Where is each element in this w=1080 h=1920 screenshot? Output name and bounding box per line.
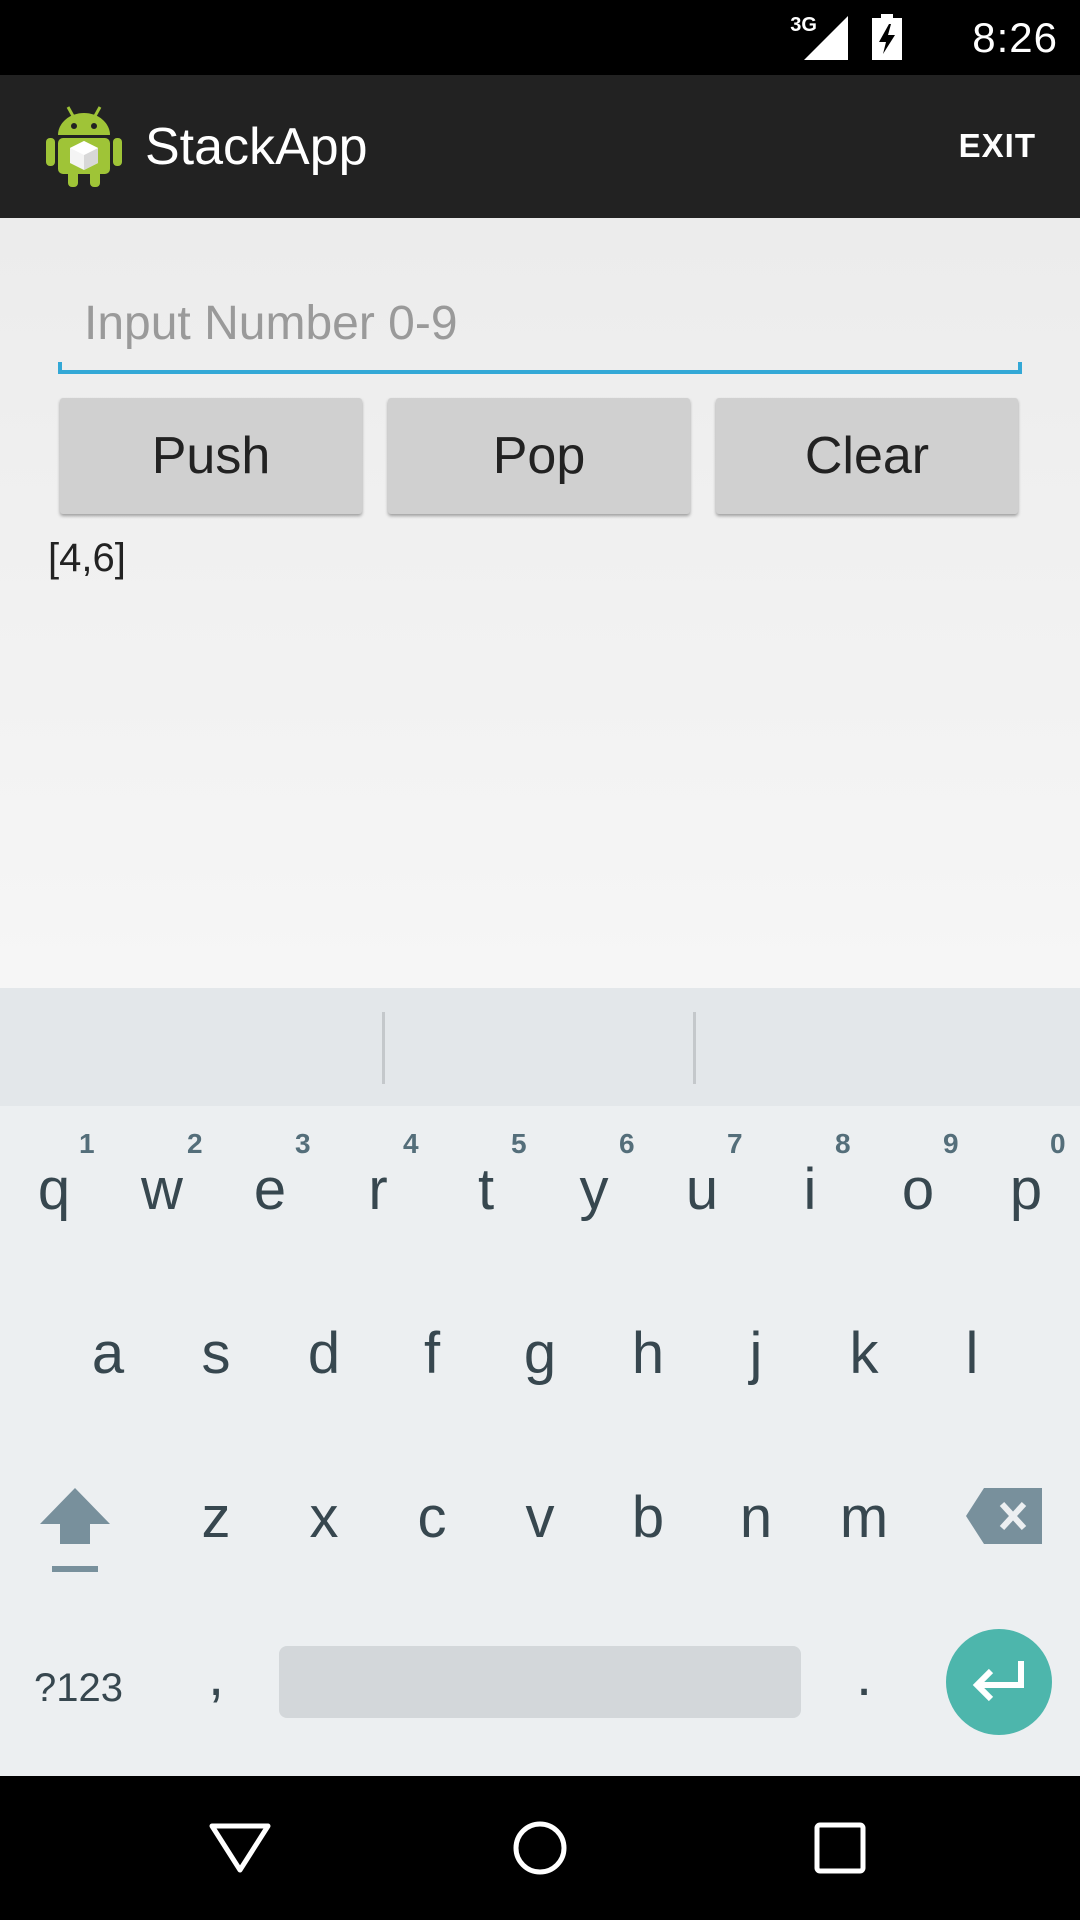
key-l[interactable]: l	[922, 1320, 1022, 1387]
backspace-icon[interactable]	[966, 1488, 1042, 1544]
key-b[interactable]: b	[598, 1484, 698, 1551]
suggestion-divider	[382, 1012, 385, 1084]
key-e[interactable]: e	[220, 1156, 320, 1223]
suggestion-divider	[693, 1012, 696, 1084]
soft-keyboard: q w e r t y u i o p 1 2 3 4 5 6 7 8 9 0 …	[0, 988, 1080, 1776]
clock: 8:26	[972, 13, 1058, 61]
home-icon[interactable]	[512, 1820, 568, 1876]
key-s[interactable]: s	[166, 1320, 266, 1387]
key-f[interactable]: f	[382, 1320, 482, 1387]
key-i[interactable]: i	[760, 1156, 860, 1223]
main-content: Push Pop Clear [4,6]	[0, 218, 1080, 988]
signal-icon	[804, 16, 849, 60]
key-j[interactable]: j	[706, 1320, 806, 1387]
key-hint: 8	[835, 1128, 851, 1159]
input-underline	[58, 362, 1022, 374]
action-bar: StackApp EXIT	[0, 75, 1080, 218]
key-h[interactable]: h	[598, 1320, 698, 1387]
number-input[interactable]	[58, 278, 1022, 368]
space-bar[interactable]	[279, 1646, 801, 1718]
key-y[interactable]: y	[544, 1156, 644, 1223]
enter-key[interactable]	[946, 1629, 1052, 1735]
key-hint: 6	[619, 1128, 635, 1159]
key-hint: 1	[79, 1128, 95, 1159]
push-button[interactable]: Push	[60, 398, 362, 514]
comma-key[interactable]: ,	[166, 1642, 266, 1709]
key-hint: 5	[511, 1128, 527, 1159]
key-hint: 4	[403, 1128, 419, 1159]
key-w[interactable]: w	[112, 1156, 212, 1223]
app-title: StackApp	[145, 118, 368, 176]
key-q[interactable]: q	[4, 1156, 104, 1223]
period-key[interactable]: .	[814, 1642, 914, 1709]
key-o[interactable]: o	[868, 1156, 968, 1223]
key-z[interactable]: z	[166, 1484, 266, 1551]
key-m[interactable]: m	[814, 1484, 914, 1551]
key-c[interactable]: c	[382, 1484, 482, 1551]
key-a[interactable]: a	[58, 1320, 158, 1387]
key-d[interactable]: d	[274, 1320, 374, 1387]
key-hint: 3	[295, 1128, 311, 1159]
key-g[interactable]: g	[490, 1320, 590, 1387]
key-hint: 2	[187, 1128, 203, 1159]
number-input-field[interactable]	[58, 278, 1022, 374]
status-bar: 3G 8:26	[0, 0, 1080, 75]
stack-display: [4,6]	[48, 536, 126, 580]
recents-icon[interactable]	[814, 1822, 866, 1874]
battery-charging-icon	[872, 14, 903, 60]
suggestion-strip[interactable]	[0, 988, 1080, 1106]
key-v[interactable]: v	[490, 1484, 590, 1551]
key-hint: 9	[943, 1128, 959, 1159]
shift-icon[interactable]	[38, 1486, 112, 1574]
key-u[interactable]: u	[652, 1156, 752, 1223]
android-app-icon	[46, 106, 122, 187]
key-x[interactable]: x	[274, 1484, 374, 1551]
key-p[interactable]: p	[976, 1156, 1076, 1223]
key-k[interactable]: k	[814, 1320, 914, 1387]
key-hint: 0	[1050, 1128, 1066, 1159]
symbols-key[interactable]: ?123	[34, 1666, 123, 1711]
clear-button[interactable]: Clear	[716, 398, 1018, 514]
enter-icon	[972, 1661, 1024, 1702]
exit-button[interactable]: EXIT	[959, 127, 1036, 165]
back-icon[interactable]	[208, 1822, 272, 1874]
pop-button[interactable]: Pop	[388, 398, 690, 514]
key-hint: 7	[727, 1128, 743, 1159]
key-n[interactable]: n	[706, 1484, 806, 1551]
key-r[interactable]: r	[328, 1156, 428, 1223]
navigation-bar	[0, 1776, 1080, 1920]
key-t[interactable]: t	[436, 1156, 536, 1223]
